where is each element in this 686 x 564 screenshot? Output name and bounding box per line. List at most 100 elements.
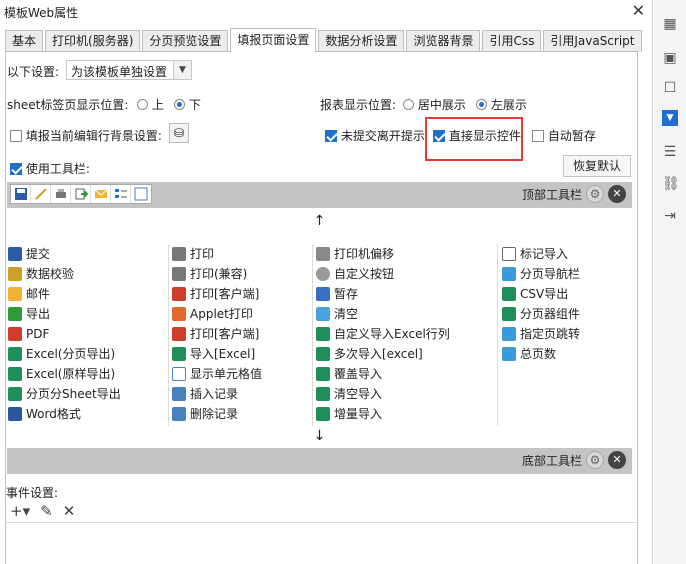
blank-icon[interactable] <box>131 185 151 203</box>
add-icon[interactable]: +▾ <box>10 502 30 520</box>
tab-page-preview[interactable]: 分页预览设置 <box>142 30 229 52</box>
use-toolbar-checkbox[interactable]: 使用工具栏: <box>10 160 90 177</box>
list-item[interactable]: PDF <box>7 324 167 344</box>
row-bg-checkbox[interactable]: 填报当前编辑行背景设置: <box>10 127 162 144</box>
tab-data-analysis[interactable]: 数据分析设置 <box>318 30 405 52</box>
list-item[interactable]: 清空导入 <box>315 384 495 404</box>
import-icon[interactable]: ⇥ <box>662 208 678 224</box>
list-item[interactable]: 打印机偏移 <box>315 244 495 264</box>
checkbox-label: 自动暂存 <box>547 129 596 143</box>
list-item[interactable]: 打印 <box>171 244 311 264</box>
close-icon[interactable]: ✕ <box>632 2 645 20</box>
validate-icon <box>8 267 22 281</box>
list-item[interactable]: 自定义按钮 <box>315 264 495 284</box>
item-label: 导入[Excel] <box>190 347 256 361</box>
link-icon[interactable]: ⛓ <box>662 176 680 192</box>
gear-icon[interactable]: ⚙ <box>586 451 604 469</box>
stack-icon[interactable]: ☰ <box>662 144 678 160</box>
gear-icon[interactable]: ⚙ <box>586 185 604 203</box>
report-pos-center[interactable]: 居中展示 <box>403 96 466 113</box>
report-pos-left[interactable]: 左展示 <box>476 96 527 113</box>
sheet-pos-label: sheet标签页显示位置: <box>7 98 129 112</box>
item-label: 导出 <box>26 307 51 321</box>
list-item[interactable]: 显示单元格值 <box>171 364 311 384</box>
item-label: 覆盖导入 <box>334 367 383 381</box>
list-item[interactable]: 分页导航栏 <box>501 264 631 284</box>
frame-icon[interactable]: ▣ <box>662 50 678 66</box>
tab-browser-background[interactable]: 浏览器背景 <box>406 30 481 52</box>
list-item[interactable]: Applet打印 <box>171 304 311 324</box>
list-item[interactable]: 打印[客户端] <box>171 324 311 344</box>
top-toolbar-actions: 顶部工具栏 ⚙ ✕ <box>522 185 626 203</box>
list-item[interactable]: 数据校验 <box>7 264 167 284</box>
list-item[interactable]: 暂存 <box>315 284 495 304</box>
item-label: 总页数 <box>520 347 557 361</box>
unsubmitted-leave-checkbox[interactable]: 未提交离开提示 <box>325 127 425 144</box>
paint-bucket-icon[interactable]: ⛁ <box>169 123 189 143</box>
list-item[interactable]: Word格式 <box>7 404 167 424</box>
move-down-arrow[interactable]: ↓ <box>7 426 632 446</box>
delete-icon[interactable]: ✕ <box>63 502 76 520</box>
tab-ref-css[interactable]: 引用Css <box>482 30 542 52</box>
auto-save-checkbox[interactable]: 自动暂存 <box>532 127 596 144</box>
print-icon[interactable] <box>51 185 71 203</box>
list-item[interactable]: 插入记录 <box>171 384 311 404</box>
pdf-print-icon <box>172 327 186 341</box>
excel-icon <box>8 367 22 381</box>
list-item[interactable]: 导出 <box>7 304 167 324</box>
toolbar-column: 打印 打印(兼容) 打印[客户端] Applet打印 打印[客户端] 导入[Ex… <box>171 244 311 426</box>
item-label: 插入记录 <box>190 387 239 401</box>
list-item[interactable]: 增量导入 <box>315 404 495 424</box>
list-item[interactable]: 指定页跳转 <box>501 324 631 344</box>
list-item[interactable]: 分页器组件 <box>501 304 631 324</box>
list-item[interactable]: Excel(分页导出) <box>7 344 167 364</box>
export-icon[interactable] <box>71 185 91 203</box>
item-label: Excel(分页导出) <box>26 347 116 361</box>
radio-icon <box>137 99 148 110</box>
sheet-pos-bottom[interactable]: 下 <box>174 96 201 113</box>
list-item[interactable]: 删除记录 <box>171 404 311 424</box>
list-item[interactable]: 打印[客户端] <box>171 284 311 304</box>
list-item[interactable]: 覆盖导入 <box>315 364 495 384</box>
close-icon[interactable]: ✕ <box>608 451 626 469</box>
square-icon[interactable]: ☐ <box>662 80 678 96</box>
edit-icon[interactable]: ✎ <box>40 502 53 520</box>
list-item[interactable]: 标记导入 <box>501 244 631 264</box>
list-item[interactable]: 清空 <box>315 304 495 324</box>
tab-strip: 基本 打印机(服务器) 分页预览设置 填报页面设置 数据分析设置 浏览器背景 引… <box>5 28 644 52</box>
save-icon[interactable] <box>11 185 31 203</box>
sheet-pos-top[interactable]: 上 <box>137 96 164 113</box>
list-item[interactable]: 导入[Excel] <box>171 344 311 364</box>
excel-icon <box>316 367 330 381</box>
apply-settings-select[interactable]: 为该模板单独设置 ▼ <box>66 60 192 80</box>
tab-basic[interactable]: 基本 <box>5 30 44 52</box>
list-item[interactable]: 多次导入[excel] <box>315 344 495 364</box>
tab-fill-page[interactable]: 填报页面设置 <box>230 28 317 52</box>
move-up-arrow[interactable]: ↑ <box>7 211 632 231</box>
close-icon[interactable]: ✕ <box>608 185 626 203</box>
list-item[interactable]: 邮件 <box>7 284 167 304</box>
column-divider <box>497 244 498 426</box>
item-label: 多次导入[excel] <box>334 347 423 361</box>
tab-ref-javascript[interactable]: 引用JavaScript <box>543 30 642 52</box>
restore-default-button[interactable]: 恢复默认 <box>563 155 631 177</box>
tab-printer-server[interactable]: 打印机(服务器) <box>45 30 141 52</box>
item-label: Word格式 <box>26 407 81 421</box>
mail-icon[interactable] <box>91 185 111 203</box>
list-item[interactable]: 总页数 <box>501 344 631 364</box>
list-item[interactable]: Excel(原样导出) <box>7 364 167 384</box>
dropdown-icon[interactable]: ▼ <box>662 110 678 126</box>
cell-value-icon <box>172 367 186 381</box>
word-icon <box>8 407 22 421</box>
checkbox-label: 填报当前编辑行背景设置: <box>25 129 162 143</box>
list-item[interactable]: CSV导出 <box>501 284 631 304</box>
list-item[interactable]: 自定义导入Excel行列 <box>315 324 495 344</box>
list-item[interactable]: 打印(兼容) <box>171 264 311 284</box>
page-nav-icon[interactable] <box>111 185 131 203</box>
grid-layout-icon[interactable]: ▦ <box>662 16 678 32</box>
item-label: 增量导入 <box>334 407 383 421</box>
list-item[interactable]: 分页分Sheet导出 <box>7 384 167 404</box>
validate-icon[interactable] <box>31 185 51 203</box>
list-item[interactable]: 提交 <box>7 244 167 264</box>
item-label: 清空导入 <box>334 387 383 401</box>
